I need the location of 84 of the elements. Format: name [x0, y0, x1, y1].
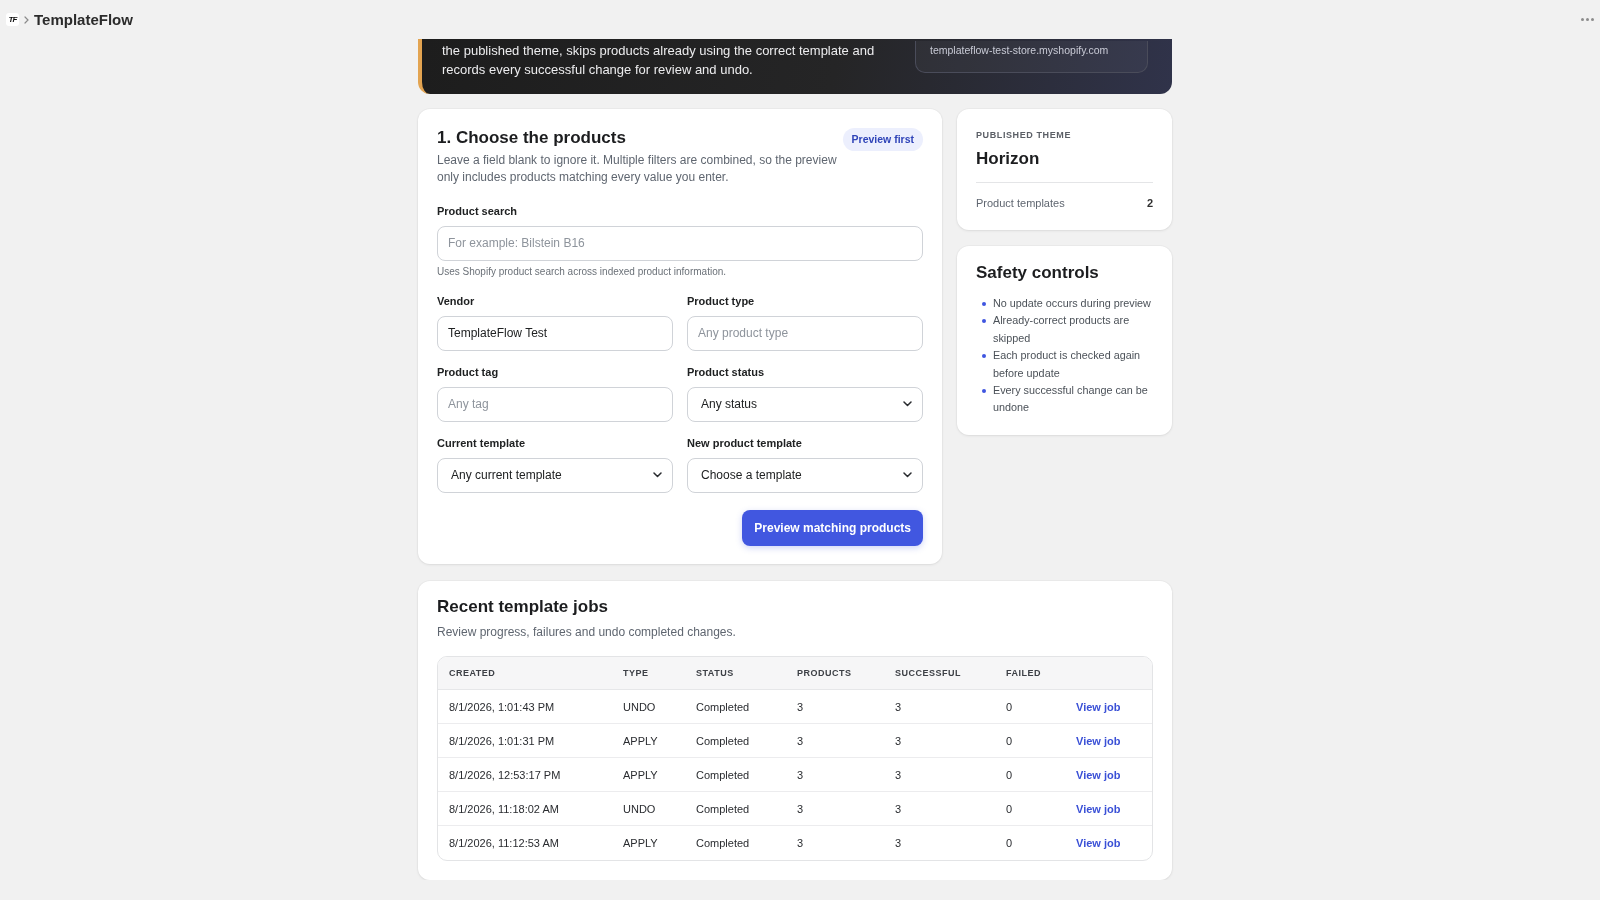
failed-cell: 0 [995, 689, 1065, 724]
successful-cell: 3 [884, 723, 995, 758]
safety-item: Already-correct products are skipped [993, 313, 1131, 346]
theme-name: Horizon [976, 148, 1041, 170]
safety-item: Each product is checked again before update [993, 348, 1142, 381]
failed-cell: 0 [995, 791, 1065, 826]
bullet-icon [982, 319, 986, 324]
failed-cell: 0 [995, 757, 1065, 792]
view-job-link[interactable]: View job [1076, 734, 1121, 747]
app-logo: TF [6, 13, 19, 26]
hero-description: the published theme, skips products already using the correct template and records every successful change for review and undo. [442, 42, 876, 79]
field-label: Product tag [437, 364, 500, 379]
field-label: New product template [687, 435, 803, 450]
column-header: FAILED [995, 656, 1065, 690]
card-title: Safety controls [976, 262, 1100, 284]
created-cell: 8/1/2026, 11:18:02 AM [438, 791, 612, 826]
successful-cell: 3 [884, 757, 995, 792]
field-label: Product search [437, 203, 519, 218]
successful-cell: 3 [884, 689, 995, 724]
status-cell: Completed [685, 723, 786, 758]
status-cell: Completed [685, 825, 786, 860]
preview-button[interactable]: Preview matching products [742, 509, 923, 546]
products-cell: 3 [786, 723, 884, 758]
stat-value: 2 [1146, 196, 1153, 211]
type-cell: UNDO [612, 689, 685, 724]
field-label: Product status [687, 364, 765, 379]
column-header: CREATED [438, 656, 612, 690]
safety-item: Every successful change can be undone [993, 383, 1149, 416]
more-icon[interactable] [1581, 18, 1594, 21]
created-cell: 8/1/2026, 12:53:17 PM [438, 757, 612, 792]
field-hint: Uses Shopify product search across indexed product information. [437, 265, 728, 278]
column-header: PRODUCTS [786, 656, 884, 690]
dropdown-select[interactable]: Choose a template [687, 457, 923, 493]
type-cell: UNDO [612, 791, 685, 826]
app-title: TemplateFlow [34, 11, 133, 28]
column-header: TYPE [612, 656, 685, 690]
view-job-link[interactable]: View job [1076, 802, 1121, 815]
text-input[interactable]: TemplateFlow Test [437, 315, 673, 351]
bullet-icon [982, 301, 986, 306]
field-label: Vendor [437, 293, 476, 308]
chevron-down-icon [903, 472, 912, 479]
type-cell: APPLY [612, 723, 685, 758]
status-cell: Completed [685, 757, 786, 792]
products-cell: 3 [786, 825, 884, 860]
column-header: STATUS [685, 656, 786, 690]
card-eyebrow: PUBLISHED THEME [976, 129, 1072, 141]
preview-badge: Preview first [842, 128, 923, 151]
chevron-down-icon [653, 472, 662, 479]
search-input[interactable]: For example: Bilstein B16 [437, 225, 923, 261]
card-description: Review progress, failures and undo completed changes. [437, 623, 737, 640]
failed-cell: 0 [995, 723, 1065, 758]
text-input[interactable]: Any product type [687, 315, 923, 351]
failed-cell: 0 [995, 825, 1065, 860]
section-title: 1. Choose the products [437, 127, 627, 149]
column-header: SUCCESSFUL [884, 656, 995, 690]
safety-item: No update occurs during preview [993, 296, 1151, 311]
bullet-icon [982, 353, 986, 358]
status-cell: Completed [685, 791, 786, 826]
type-cell: APPLY [612, 825, 685, 860]
status-cell: Completed [685, 689, 786, 724]
created-cell: 8/1/2026, 11:12:53 AM [438, 825, 612, 860]
products-cell: 3 [786, 757, 884, 792]
created-cell: 8/1/2026, 1:01:43 PM [438, 689, 612, 724]
store-domain: templateflow-test-store.myshopify.com [915, 41, 1148, 73]
view-job-link[interactable]: View job [1076, 700, 1121, 713]
field-label: Current template [437, 435, 527, 450]
view-job-link[interactable]: View job [1076, 837, 1121, 850]
stat-label: Product templates [976, 196, 1065, 211]
view-job-link[interactable]: View job [1076, 768, 1121, 781]
products-cell: 3 [786, 791, 884, 826]
field-label: Product type [687, 293, 756, 308]
successful-cell: 3 [884, 791, 995, 826]
chevron-right-icon [24, 15, 29, 24]
created-cell: 8/1/2026, 1:01:31 PM [438, 723, 612, 758]
successful-cell: 3 [884, 825, 995, 860]
text-input[interactable]: Any tag [437, 386, 673, 422]
bullet-icon [982, 388, 986, 393]
products-cell: 3 [786, 689, 884, 724]
dropdown-select[interactable]: Any current template [437, 457, 673, 493]
section-description: Leave a field blank to ignore it. Multiple filters are combined, so the preview only includes products matching every value you enter. [437, 152, 838, 187]
dropdown-select[interactable]: Any status [687, 386, 923, 422]
card-title: Recent template jobs [437, 595, 609, 618]
chevron-down-icon [903, 401, 912, 408]
type-cell: APPLY [612, 757, 685, 792]
